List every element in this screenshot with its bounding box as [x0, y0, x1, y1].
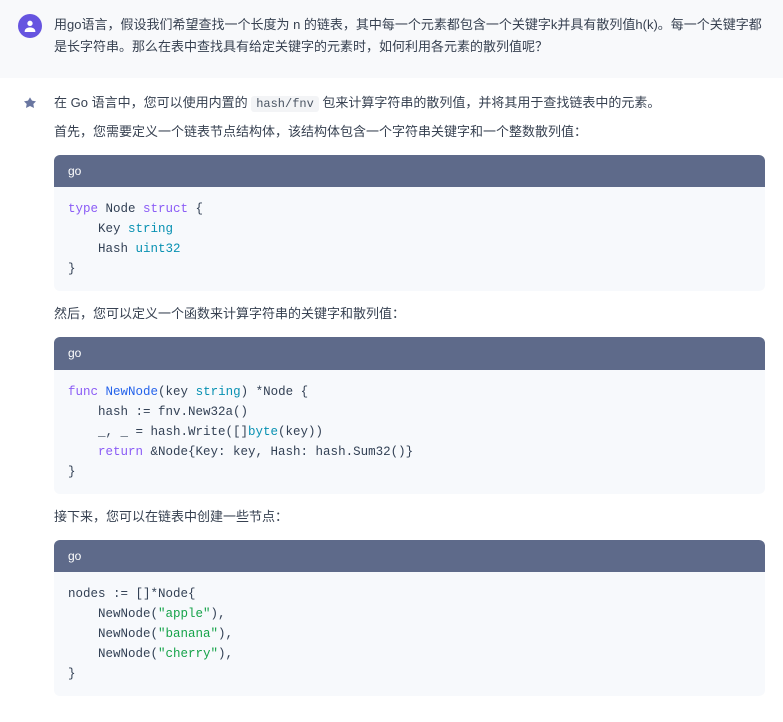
ai-avatar [18, 92, 42, 116]
user-text-1: 用go语言，假设我们希望查找一个长度为 n 的链表，其中每一个元素都包含一个关键… [54, 17, 762, 32]
code-lang-label: go [54, 540, 765, 572]
ai-paragraph-2: 然后，您可以定义一个函数来计算字符串的关键字和散列值： [54, 303, 765, 325]
inline-code-hash-fnv: hash/fnv [251, 96, 319, 112]
user-content: 用go语言，假设我们希望查找一个长度为 n 的链表，其中每一个元素都包含一个关键… [54, 14, 765, 64]
code-lang-label: go [54, 155, 765, 187]
code-body-2[interactable]: func NewNode(key string) *Node { hash :=… [54, 370, 765, 494]
user-text-2: 是长字符串。那么在表中查找具有给定关键字的元素时，如何利用各元素的散列值呢？ [54, 39, 548, 54]
ai-content: 在 Go 语言中，您可以使用内置的 hash/fnv 包来计算字符串的散列值，并… [54, 92, 765, 708]
ai-intro: 在 Go 语言中，您可以使用内置的 hash/fnv 包来计算字符串的散列值，并… [54, 92, 765, 114]
code-block-3: go nodes := []*Node{ NewNode("apple"), N… [54, 540, 765, 696]
user-message: 用go语言，假设我们希望查找一个长度为 n 的链表，其中每一个元素都包含一个关键… [0, 0, 783, 78]
code-block-1: go type Node struct { Key string Hash ui… [54, 155, 765, 291]
code-body-3[interactable]: nodes := []*Node{ NewNode("apple"), NewN… [54, 572, 765, 696]
code-block-2: go func NewNode(key string) *Node { hash… [54, 337, 765, 493]
ai-icon [22, 96, 38, 112]
ai-paragraph-3: 接下来，您可以在链表中创建一些节点： [54, 506, 765, 528]
user-icon [22, 18, 38, 34]
ai-intro-1: 在 Go 语言中，您可以使用内置的 [54, 95, 251, 110]
ai-intro-line2: 首先，您需要定义一个链表节点结构体，该结构体包含一个字符串关键字和一个整数散列值… [54, 121, 765, 143]
user-avatar [18, 14, 42, 38]
code-lang-label: go [54, 337, 765, 369]
ai-message: 在 Go 语言中，您可以使用内置的 hash/fnv 包来计算字符串的散列值，并… [0, 78, 783, 722]
ai-intro-2: 包来计算字符串的散列值，并将其用于查找链表中的元素。 [319, 95, 661, 110]
code-body-1[interactable]: type Node struct { Key string Hash uint3… [54, 187, 765, 291]
